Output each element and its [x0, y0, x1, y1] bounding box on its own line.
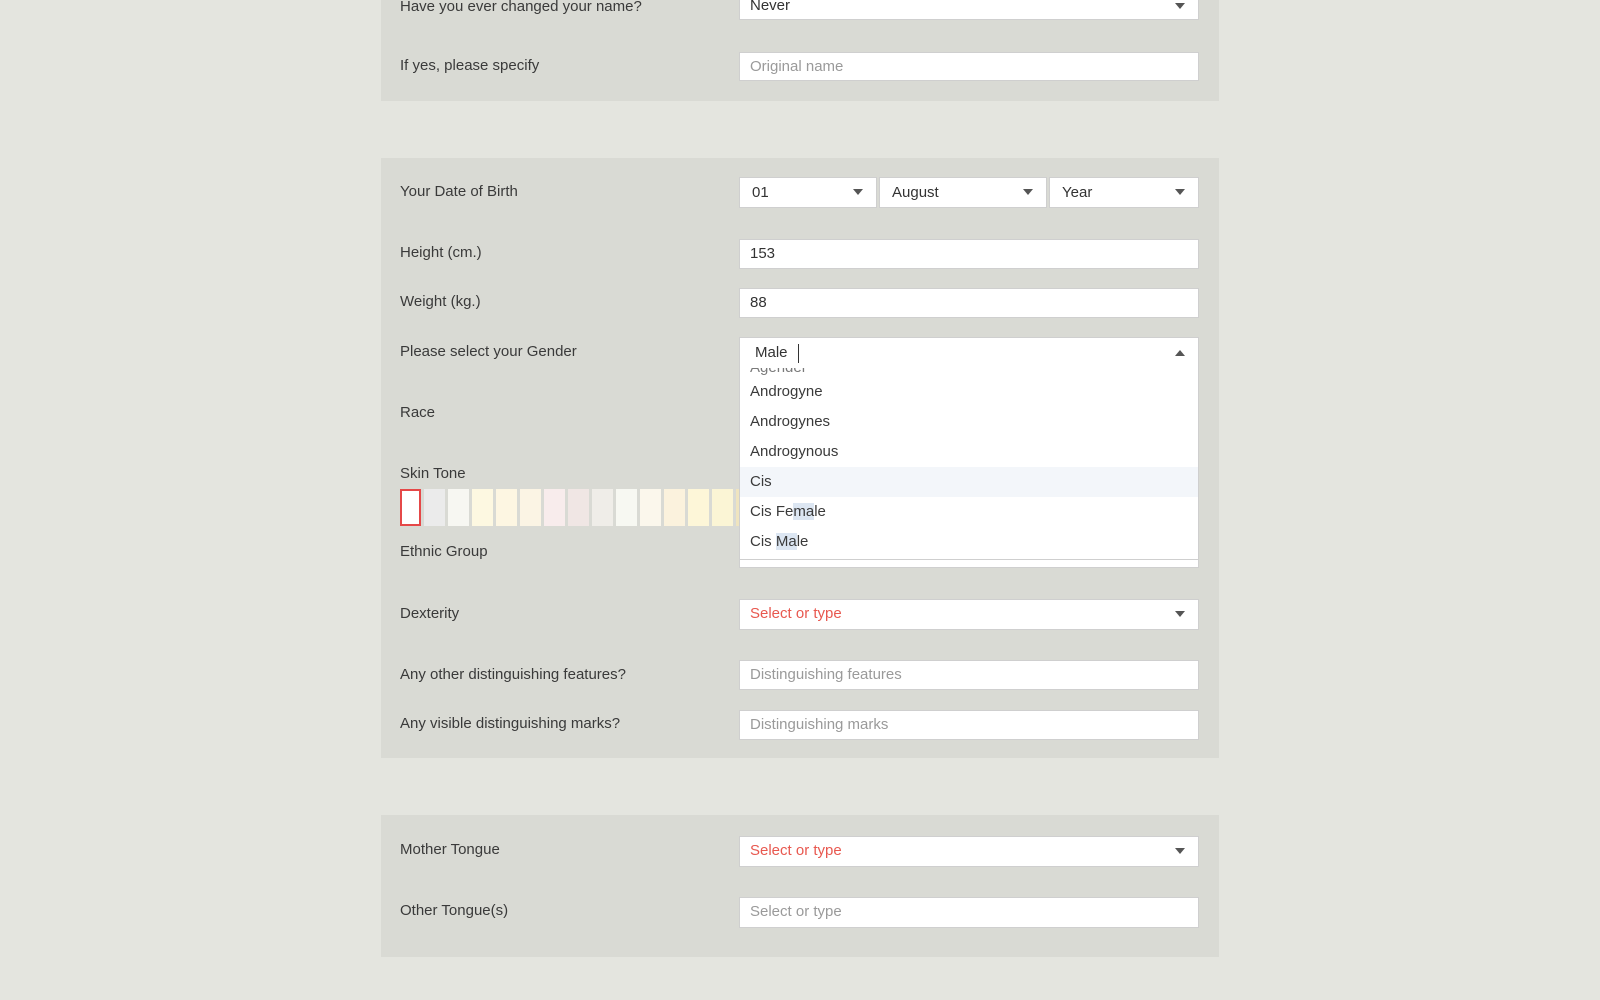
name-changed-value: Never: [750, 0, 791, 14]
dob-year-select[interactable]: Year: [1049, 177, 1199, 208]
dob-label: Your Date of Birth: [400, 183, 518, 200]
name-changed-select[interactable]: Never: [739, 0, 1199, 20]
skin-tone-label: Skin Tone: [400, 465, 466, 482]
skin-tone-swatch[interactable]: [520, 489, 541, 526]
weight-value: 88: [750, 294, 767, 311]
name-history-card: Have you ever changed your name? Never I…: [381, 0, 1219, 101]
skin-tone-swatch[interactable]: [568, 489, 589, 526]
mother-tongue-select[interactable]: Select or type: [739, 836, 1199, 867]
other-tongues-input[interactable]: Select or type: [739, 897, 1199, 928]
gender-option[interactable]: Agender: [740, 368, 1198, 377]
skin-tone-swatch[interactable]: [400, 489, 421, 526]
features-placeholder: Distinguishing features: [750, 666, 902, 683]
skin-tone-swatch[interactable]: [496, 489, 517, 526]
skin-tone-swatch[interactable]: [688, 489, 709, 526]
skin-tone-swatch[interactable]: [448, 489, 469, 526]
skin-tone-swatch[interactable]: [664, 489, 685, 526]
dob-month-value: August: [892, 184, 939, 201]
weight-label: Weight (kg.): [400, 293, 481, 310]
chevron-down-icon: [1175, 848, 1185, 854]
text-cursor: [797, 343, 799, 363]
skin-tone-swatch[interactable]: [424, 489, 445, 526]
features-label: Any other distinguishing features?: [400, 666, 626, 683]
skin-tone-swatch[interactable]: [472, 489, 493, 526]
skin-tone-swatch[interactable]: [640, 489, 661, 526]
marks-label: Any visible distinguishing marks?: [400, 715, 621, 732]
language-card: Mother Tongue Select or type Other Tongu…: [381, 815, 1219, 957]
dob-day-value: 01: [752, 184, 769, 201]
gender-option[interactable]: Androgynes: [740, 407, 1198, 437]
gender-option[interactable]: Cis Female: [740, 497, 1198, 527]
skin-tone-swatch[interactable]: [712, 489, 733, 526]
gender-typed-value: Male: [755, 344, 788, 361]
original-name-label: If yes, please specify: [400, 57, 540, 74]
gender-combobox[interactable]: Male: [739, 337, 1199, 369]
skin-tone-swatches: [400, 489, 784, 526]
original-name-placeholder: Original name: [750, 58, 844, 75]
chevron-down-icon: [1175, 611, 1185, 617]
gender-label: Please select your Gender: [400, 343, 577, 360]
dexterity-select[interactable]: Select or type: [739, 599, 1199, 630]
name-changed-label: Have you ever changed your name?: [400, 0, 642, 15]
dob-day-select[interactable]: 01: [739, 177, 877, 208]
height-input[interactable]: 153: [739, 239, 1199, 269]
ethnic-group-label: Ethnic Group: [400, 543, 488, 560]
chevron-up-icon[interactable]: [1175, 350, 1185, 356]
race-label: Race: [400, 404, 436, 421]
skin-tone-swatch[interactable]: [592, 489, 613, 526]
dob-year-value: Year: [1062, 184, 1093, 201]
other-tongues-placeholder: Select or type: [750, 903, 842, 920]
gender-options-list[interactable]: AgenderAndrogyneAndrogynesAndrogynousCis…: [739, 368, 1199, 560]
chevron-down-icon: [1023, 189, 1033, 195]
gender-option[interactable]: Androgynous: [740, 437, 1198, 467]
features-input[interactable]: Distinguishing features: [739, 660, 1199, 690]
height-label: Height (cm.): [400, 244, 482, 261]
mother-tongue-label: Mother Tongue: [400, 841, 500, 858]
gender-option[interactable]: Cis: [740, 467, 1198, 497]
gender-option[interactable]: Androgyne: [740, 377, 1198, 407]
chevron-down-icon: [853, 189, 863, 195]
dexterity-label: Dexterity: [400, 605, 460, 622]
dexterity-placeholder: Select or type: [750, 605, 842, 622]
marks-input[interactable]: Distinguishing marks: [739, 710, 1199, 740]
original-name-input[interactable]: Original name: [739, 52, 1199, 81]
height-value: 153: [750, 245, 776, 262]
other-tongues-label: Other Tongue(s): [400, 902, 509, 919]
marks-placeholder: Distinguishing marks: [750, 716, 889, 733]
chevron-down-icon: [1175, 189, 1185, 195]
skin-tone-swatch[interactable]: [616, 489, 637, 526]
weight-input[interactable]: 88: [739, 288, 1199, 318]
gender-option[interactable]: Cis Male: [740, 527, 1198, 557]
dob-month-select[interactable]: August: [879, 177, 1047, 208]
mother-tongue-placeholder: Select or type: [750, 842, 842, 859]
skin-tone-swatch[interactable]: [544, 489, 565, 526]
chevron-down-icon: [1175, 3, 1185, 9]
